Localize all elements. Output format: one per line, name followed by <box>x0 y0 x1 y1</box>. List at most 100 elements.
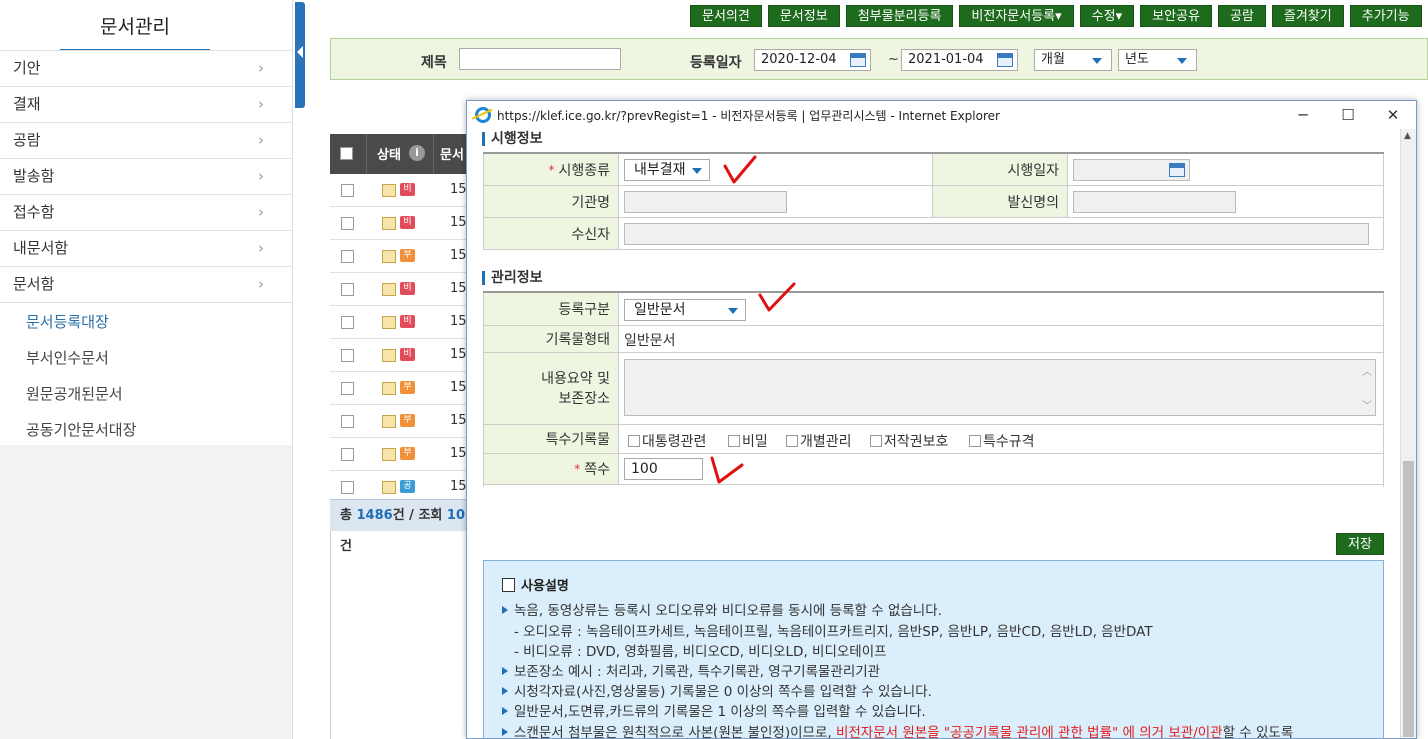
exec-type-select[interactable]: 내부결재 <box>624 159 710 181</box>
scroll-up-arrow-icon[interactable]: ▲ <box>1404 131 1411 141</box>
sidebar-item-doc-box[interactable]: 문서함 › <box>0 266 292 302</box>
row-checkbox[interactable] <box>341 349 354 362</box>
scrollbar-thumb[interactable] <box>1403 461 1414 737</box>
sidebar-item-draft[interactable]: 기안 › <box>0 50 292 86</box>
maximize-button[interactable]: ☐ <box>1338 105 1358 125</box>
sender-input[interactable] <box>1073 191 1236 213</box>
row-checkbox[interactable] <box>341 184 354 197</box>
table-row[interactable]: 비 153 <box>330 339 475 372</box>
edit-doc-icon <box>382 415 396 428</box>
table-row[interactable]: 비 153 <box>330 306 475 339</box>
table-row[interactable]: 비 153 <box>330 273 475 306</box>
guide-title: 사용설명 <box>521 579 569 594</box>
recipient-input[interactable] <box>624 223 1369 245</box>
title-search-input[interactable] <box>459 48 621 70</box>
sidebar-item-outbox[interactable]: 발송함 › <box>0 158 292 194</box>
attachment-separate-button[interactable]: 첨부물분리등록 <box>845 5 954 27</box>
table-row[interactable]: 부 153 <box>330 372 475 405</box>
form-row: * 시행종류 내부결재 시행일자 <box>483 154 1384 186</box>
row-checkbox[interactable] <box>341 481 354 494</box>
row-checkbox[interactable] <box>341 448 354 461</box>
doc-info-button[interactable]: 문서정보 <box>767 5 840 27</box>
popup-title: https://klef.ice.go.kr/?prevRegist=1 - 비… <box>497 109 1000 123</box>
checkbox[interactable] <box>870 435 882 447</box>
option-label: 개별관리 <box>800 434 852 450</box>
calendar-icon[interactable] <box>1169 163 1185 177</box>
favorites-button[interactable]: 즐겨찾기 <box>1271 5 1344 27</box>
row-checkbox[interactable] <box>341 316 354 329</box>
more-functions-button[interactable]: 추가기능 <box>1349 5 1422 27</box>
row-checkbox[interactable] <box>341 382 354 395</box>
org-name-input[interactable] <box>624 191 787 213</box>
status-badge: 공 <box>400 480 415 493</box>
checkbox[interactable] <box>969 435 981 447</box>
sidebar-item-my-docs[interactable]: 내문서함 › <box>0 230 292 266</box>
scroll-down-icon[interactable]: ﹀ <box>1362 397 1372 412</box>
scroll-up-icon[interactable]: ︿ <box>1362 363 1372 378</box>
sidebar-collapse-toggle[interactable] <box>295 2 305 108</box>
sidebar-item-label: 공람 <box>13 131 41 149</box>
record-form-value: 일반문서 <box>624 333 676 349</box>
checkbox[interactable] <box>628 435 640 447</box>
period-select[interactable]: 개월 <box>1034 49 1112 71</box>
non-electronic-register-button[interactable]: 비전자문서등록▾ <box>959 5 1074 27</box>
page-count-label: * 쪽수 <box>483 454 619 484</box>
sidebar-title: 문서관리 <box>60 12 210 51</box>
minimize-button[interactable]: ─ <box>1293 105 1313 125</box>
sidebar-subitem-public-docs[interactable]: 원문공개된문서 <box>0 377 292 413</box>
security-share-button[interactable]: 보안공유 <box>1140 5 1212 27</box>
special-option-copyright[interactable]: 저작권보호 <box>870 431 948 451</box>
popup-scrollbar[interactable]: ▲ <box>1400 129 1416 738</box>
sidebar-item-inbox[interactable]: 접수함 › <box>0 194 292 230</box>
page-count-input[interactable]: 100 <box>624 458 703 480</box>
status-badge: 부 <box>400 447 415 460</box>
chevron-right-icon: › <box>258 95 264 113</box>
circulate-button[interactable]: 공람 <box>1217 5 1266 27</box>
form-row: 기관명 발신명의 <box>483 186 1384 218</box>
year-select[interactable]: 년도 <box>1118 49 1197 71</box>
doc-header: 문서 <box>440 148 464 163</box>
bullet-arrow-icon <box>502 707 508 715</box>
calendar-icon[interactable] <box>850 53 866 67</box>
sidebar-subitem-registry[interactable]: 문서등록대장 <box>0 305 292 341</box>
table-row[interactable]: 부 153 <box>330 405 475 438</box>
table-row[interactable]: 비 153 <box>330 207 475 240</box>
sidebar-item-approval[interactable]: 결재 › <box>0 86 292 122</box>
row-checkbox[interactable] <box>341 217 354 230</box>
status-badge: 부 <box>400 249 415 262</box>
sidebar-subitem-dept-transfer[interactable]: 부서인수문서 <box>0 341 292 377</box>
guide-text: - 비디오류 : DVD, 영화필름, 비디오CD, 비디오LD, 비디오테이프 <box>514 644 887 660</box>
row-checkbox[interactable] <box>341 415 354 428</box>
special-option-secret[interactable]: 비밀 <box>728 431 768 451</box>
calendar-icon[interactable] <box>997 53 1013 67</box>
row-checkbox[interactable] <box>341 250 354 263</box>
table-row[interactable]: 부 153 <box>330 240 475 273</box>
special-option-president[interactable]: 대통령관련 <box>628 431 706 451</box>
register-popup-window: https://klef.ice.go.kr/?prevRegist=1 - 비… <box>466 100 1417 739</box>
guide-text: - 오디오류 : 녹음테이프카세트, 녹음테이프릴, 녹음테이프카트리지, 음반… <box>514 624 1153 640</box>
sidebar-item-circulation[interactable]: 공람 › <box>0 122 292 158</box>
reg-type-select[interactable]: 일반문서 <box>624 299 746 321</box>
doc-opinion-button[interactable]: 문서의견 <box>690 5 762 27</box>
save-button[interactable]: 저장 <box>1336 533 1384 555</box>
special-option-individual[interactable]: 개별관리 <box>786 431 852 451</box>
special-option-special-format[interactable]: 특수규격 <box>969 431 1035 451</box>
row-checkbox[interactable] <box>341 283 354 296</box>
sidebar-subitem-joint-draft[interactable]: 공동기안문서대장 <box>0 413 292 449</box>
checkbox[interactable] <box>728 435 740 447</box>
edit-button[interactable]: 수정▾ <box>1079 5 1135 27</box>
background-right-edge <box>1416 100 1428 739</box>
form-row: 내용요약 및 보존장소 ︿ ﹀ <box>483 353 1384 425</box>
summary-textarea[interactable]: ︿ ﹀ <box>624 359 1376 416</box>
checkbox[interactable] <box>786 435 798 447</box>
info-icon[interactable]: i <box>409 145 425 161</box>
dropdown-arrow-icon <box>1177 58 1187 64</box>
date-from-input[interactable]: 2020-12-04 <box>754 49 871 71</box>
select-all-checkbox[interactable] <box>340 147 353 160</box>
close-button[interactable]: ✕ <box>1383 105 1403 125</box>
exec-date-input[interactable] <box>1073 159 1190 181</box>
table-row[interactable]: 비 153 <box>330 174 475 207</box>
table-row[interactable]: 부 153 <box>330 438 475 471</box>
required-mark: * <box>574 462 581 476</box>
date-to-input[interactable]: 2021-01-04 <box>901 49 1018 71</box>
